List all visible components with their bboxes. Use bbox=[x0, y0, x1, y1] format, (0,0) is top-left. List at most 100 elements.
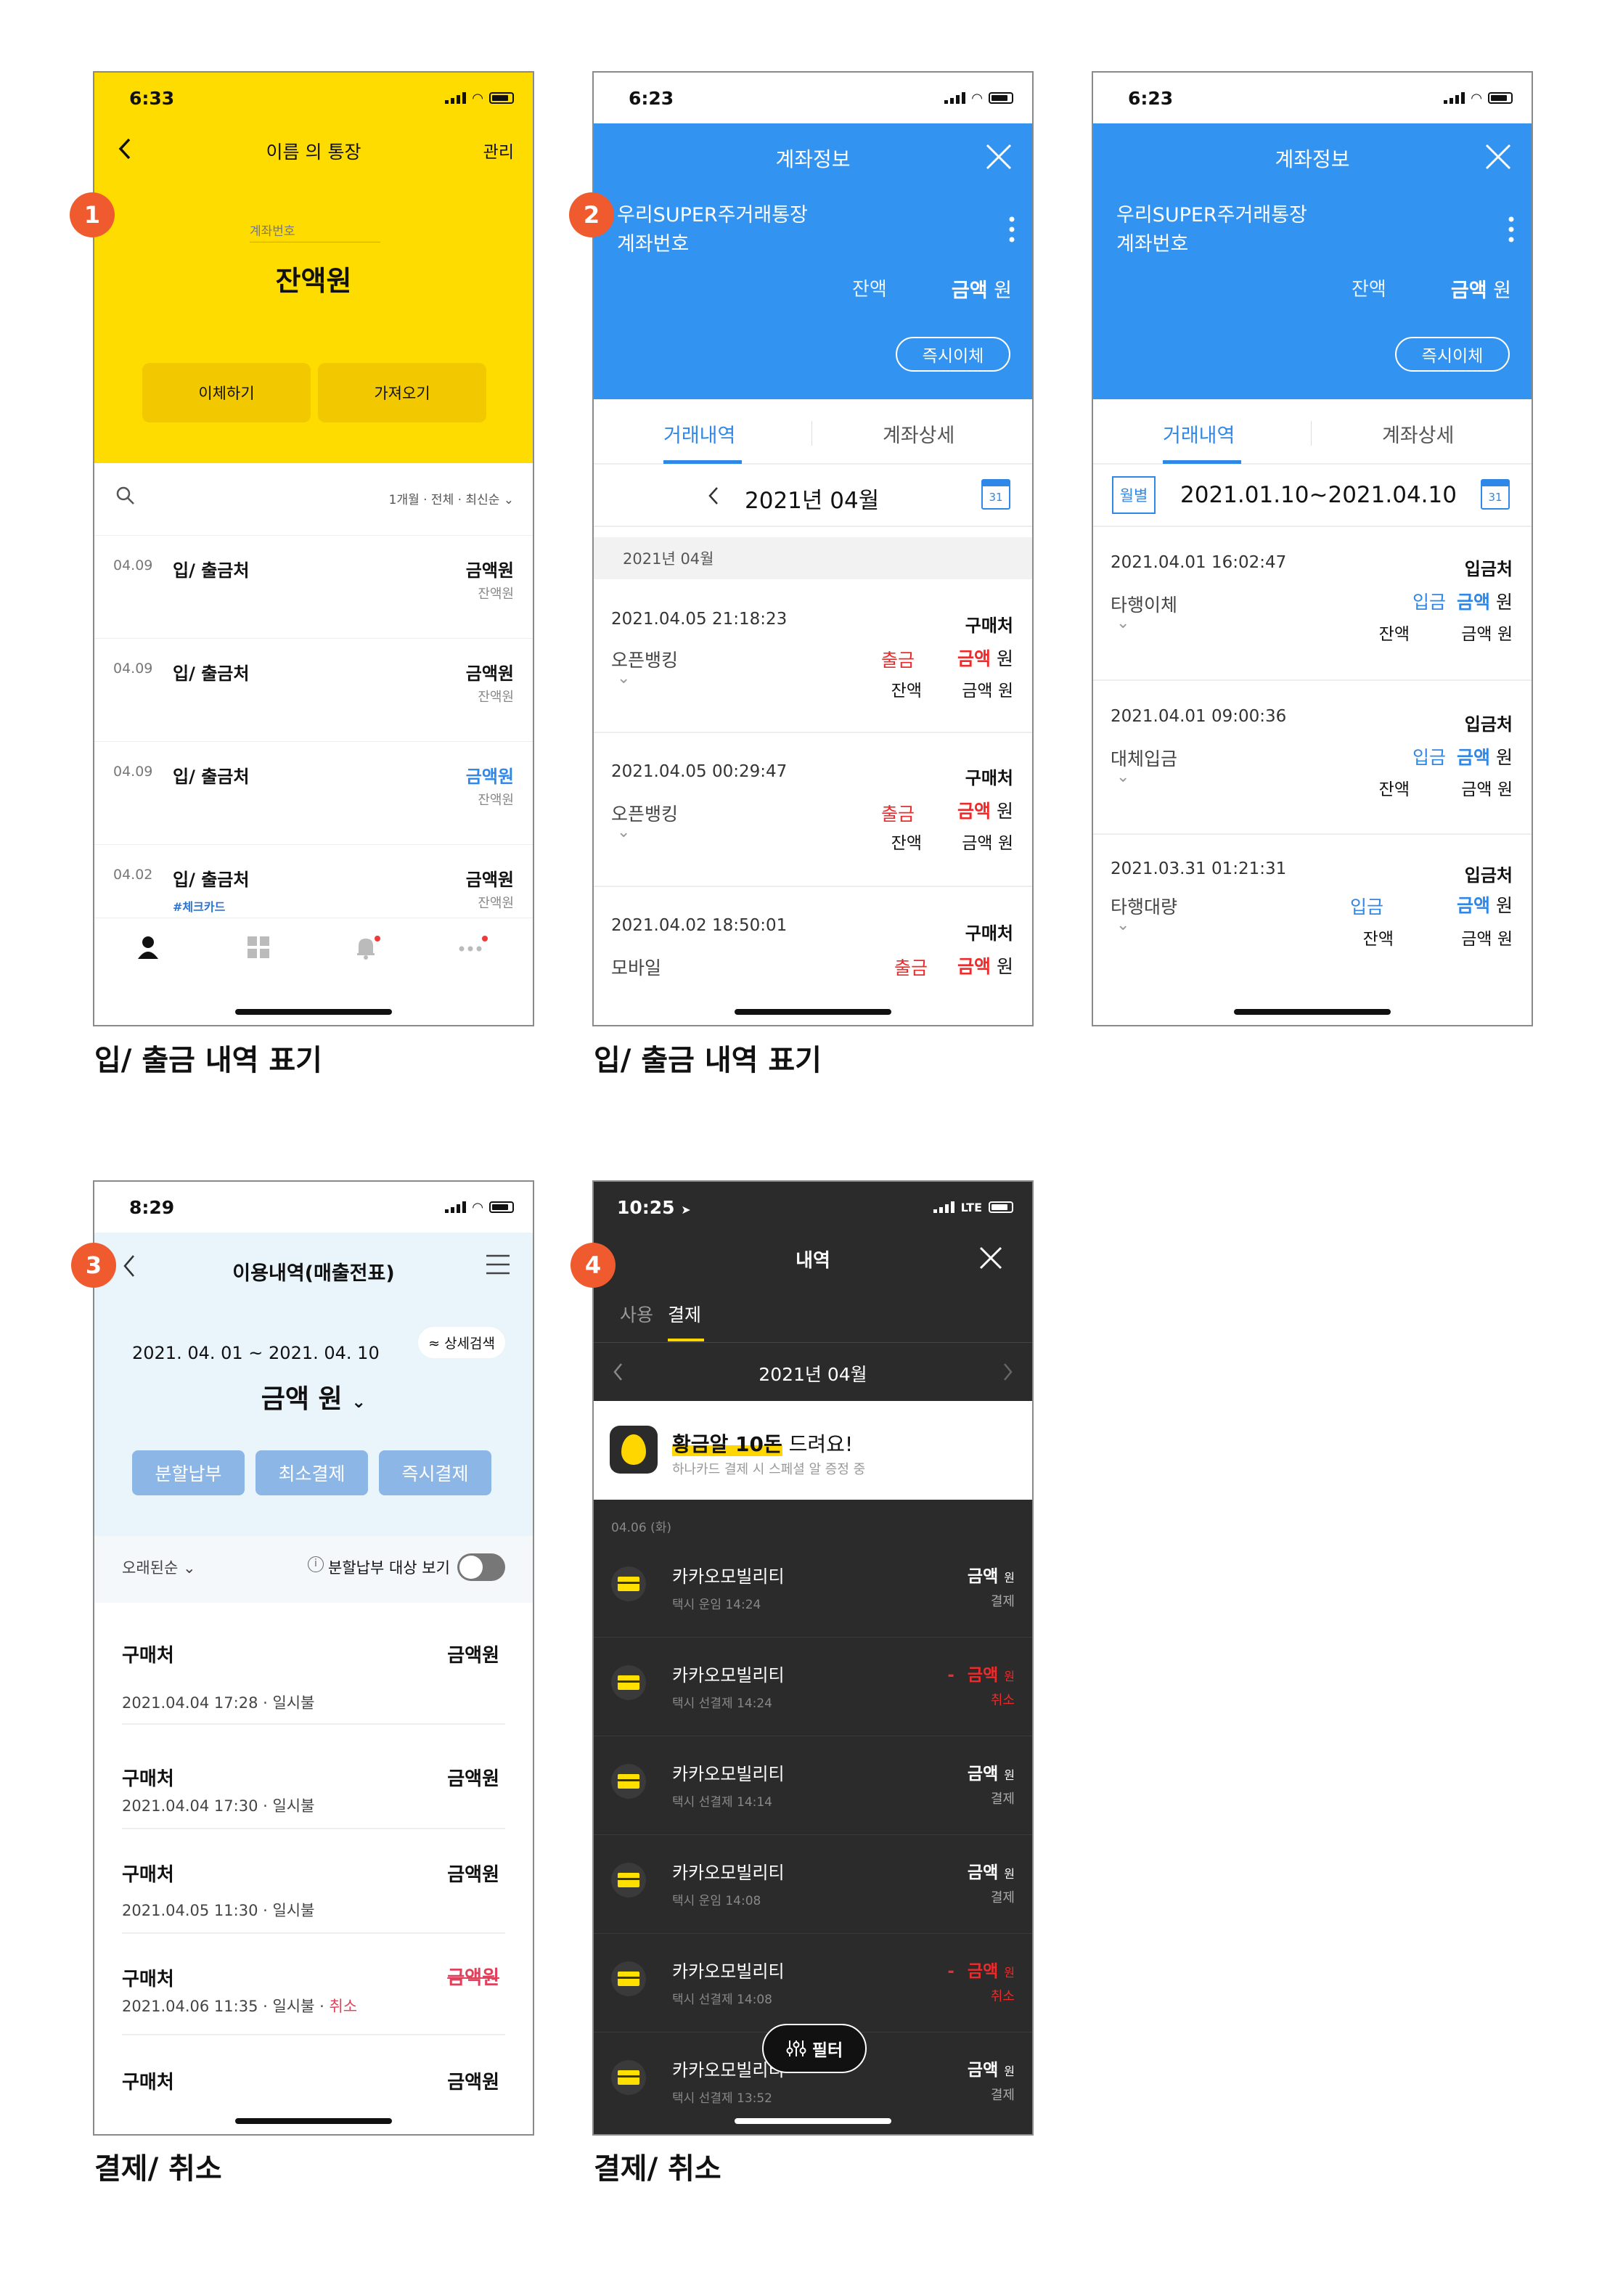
list-item[interactable]: 카카오모빌리티 택시 선결제 14:14 금액 원 결제 bbox=[594, 1736, 1032, 1835]
installment-toggle[interactable] bbox=[457, 1553, 505, 1581]
tab-account-detail[interactable]: 계좌상세 bbox=[1382, 420, 1454, 448]
person-icon[interactable] bbox=[135, 934, 161, 960]
row-meta: 2021.04.04 17:28 · 일시불 bbox=[122, 1694, 315, 1712]
menu-icon[interactable] bbox=[485, 1253, 511, 1276]
list-item[interactable]: 구매처 금액원 2021.04.04 17:30 · 일시불 bbox=[122, 1725, 505, 1829]
chevron-down-icon[interactable]: ⌄ bbox=[1116, 614, 1129, 632]
instant-transfer-button[interactable]: 즉시이체 bbox=[1395, 337, 1510, 372]
list-item[interactable]: 04.09 입/ 출금처 금액원 잔액원 bbox=[94, 536, 533, 639]
chevron-left-icon[interactable] bbox=[706, 485, 723, 507]
transaction-row[interactable]: 2021.04.05 21:18:23 구매처 오픈뱅킹 출금 금액 원 ⌄ 잔… bbox=[594, 579, 1032, 733]
list-item[interactable]: 카카오모빌리티 택시 운임 14:08 금액 원 결제 bbox=[594, 1835, 1032, 1934]
row-meta: 2021.04.04 17:30 · 일시불 bbox=[122, 1797, 315, 1815]
row-datetime: 2021.03.31 01:21:31 bbox=[1111, 859, 1287, 878]
tab-transactions[interactable]: 거래내역 bbox=[1163, 420, 1235, 448]
tab-usage[interactable]: 사용 bbox=[620, 1301, 653, 1327]
signal-icon bbox=[944, 92, 966, 104]
month-selector: 2021년 04월 bbox=[594, 1343, 1032, 1401]
close-icon[interactable] bbox=[984, 142, 1013, 171]
transaction-row[interactable]: 2021.04.01 16:02:47 입금처 타행이체 입금 금액 원 ⌄ 잔… bbox=[1093, 527, 1532, 681]
monthly-button[interactable]: 월별 bbox=[1112, 476, 1156, 514]
phone-screen-dark-payments: 10:25 ➤ LTE 내역 사용 결제 2021년 04월 황금알 10돈 드… bbox=[592, 1180, 1034, 2136]
row-datetime: 2021.04.05 21:18:23 bbox=[611, 610, 788, 629]
instant-payment-button[interactable]: 즉시결제 bbox=[379, 1450, 491, 1495]
account-number: 계좌번호 bbox=[617, 233, 690, 256]
close-icon[interactable] bbox=[1484, 142, 1513, 171]
list-item[interactable]: 카카오모빌리티 택시 선결제 14:08 - 금액 원 취소 bbox=[594, 1934, 1032, 2033]
chevron-right-icon[interactable] bbox=[1000, 1361, 1015, 1383]
chevron-down-icon[interactable]: ⌄ bbox=[617, 823, 630, 841]
banner-subtitle: 하나카드 결제 시 스페셜 알 증정 중 bbox=[672, 1462, 866, 1477]
installment-button[interactable]: 분할납부 bbox=[132, 1450, 245, 1495]
close-icon[interactable] bbox=[978, 1246, 1003, 1270]
caption-4: 결제/ 취소 bbox=[594, 2152, 721, 2186]
transaction-row[interactable]: 2021.04.02 18:50:01 구매처 모바일 출금 금액 원 bbox=[594, 887, 1032, 1025]
list-item[interactable]: 구매처 금액원 2021.04.04 17:28 · 일시불 bbox=[122, 1623, 505, 1725]
chevron-down-icon[interactable]: ⌄ bbox=[1116, 768, 1129, 786]
home-indicator bbox=[235, 2118, 392, 2124]
filter-selector[interactable]: 1개월 · 전체 · 최신순 ⌄ bbox=[389, 489, 514, 507]
page-title: 계좌정보 bbox=[775, 147, 851, 171]
detail-search-button[interactable]: ≈ 상세검색 bbox=[418, 1327, 505, 1358]
list-item[interactable]: 구매처 금액원 2021.04.06 11:35 · 일시불 · 취소 bbox=[122, 1934, 505, 2035]
more-vertical-icon[interactable] bbox=[1007, 215, 1016, 244]
row-subtitle: 택시 선결제 14:14 bbox=[672, 1795, 772, 1810]
manage-button[interactable]: 관리 bbox=[483, 138, 514, 163]
date-header: 04.06 (화) bbox=[611, 1521, 671, 1535]
info-icon: i bbox=[308, 1556, 324, 1572]
bottom-nav bbox=[94, 918, 533, 990]
bell-icon[interactable] bbox=[353, 933, 382, 962]
row-balance: 잔액원 bbox=[478, 793, 514, 808]
instant-transfer-button[interactable]: 즉시이체 bbox=[896, 337, 1010, 372]
list-item[interactable]: 04.09 입/ 출금처 금액원 잔액원 bbox=[94, 742, 533, 845]
row-merchant: 카카오모빌리티 bbox=[672, 1961, 785, 1982]
more-icon[interactable] bbox=[457, 934, 489, 960]
grid-icon[interactable] bbox=[245, 934, 271, 960]
transaction-row[interactable]: 2021.03.31 01:21:31 입금처 타행대량 입금 금액 원 ⌄ 잔… bbox=[1093, 835, 1532, 989]
filter-bar: 1개월 · 전체 · 최신순 ⌄ bbox=[94, 463, 533, 536]
row-balance: 잔액원 bbox=[478, 587, 514, 602]
amount-won: 원 bbox=[1495, 592, 1513, 613]
total-amount[interactable]: 금액 원 ⌄ bbox=[94, 1378, 533, 1415]
chevron-down-icon[interactable]: ⌄ bbox=[617, 669, 630, 687]
fetch-button[interactable]: 가져오기 bbox=[318, 363, 486, 422]
amount-value: 금액 bbox=[1457, 747, 1491, 768]
tab-account-detail[interactable]: 계좌상세 bbox=[883, 420, 954, 448]
list-item[interactable]: 04.09 입/ 출금처 금액원 잔액원 bbox=[94, 639, 533, 742]
row-counterparty: 입금처 bbox=[1464, 865, 1513, 886]
filter-button[interactable]: 필터 bbox=[762, 2024, 867, 2073]
page-title: 이용내역(매출전표) bbox=[232, 1262, 395, 1285]
list-item[interactable]: 구매처 금액원 2021.04.05 11:30 · 일시불 bbox=[122, 1829, 505, 1934]
row-amount: 금액 원 bbox=[957, 645, 1013, 671]
row-balance-label: 잔액 bbox=[891, 682, 922, 700]
amount-won: 원 bbox=[1004, 1670, 1015, 1683]
list-item[interactable]: 카카오모빌리티 택시 선결제 14:24 - 금액 원 취소 bbox=[594, 1638, 1032, 1736]
row-subtitle: 택시 운임 14:24 bbox=[672, 1598, 761, 1612]
chevron-down-icon[interactable]: ⌄ bbox=[1116, 916, 1129, 934]
balance-won: 원 bbox=[1493, 279, 1511, 302]
search-icon[interactable] bbox=[115, 485, 136, 507]
calendar-icon[interactable]: 31 bbox=[1481, 479, 1510, 510]
row-amount: 금액 원 bbox=[968, 1858, 1015, 1883]
account-name: 우리SUPER주거래통장 bbox=[1116, 204, 1307, 226]
amount-won: 원 bbox=[996, 648, 1013, 669]
row-balance-label: 잔액 bbox=[1378, 780, 1410, 799]
row-type: 출금 bbox=[880, 650, 915, 671]
transaction-row[interactable]: 2021.04.01 09:00:36 입금처 대체입금 입금 금액 원 ⌄ 잔… bbox=[1093, 681, 1532, 835]
transaction-row[interactable]: 2021.04.05 00:29:47 구매처 오픈뱅킹 출금 금액 원 ⌄ 잔… bbox=[594, 733, 1032, 887]
tab-indicator bbox=[668, 1339, 704, 1341]
row-merchant: 구매처 bbox=[122, 1864, 174, 1886]
row-balance: 잔액원 bbox=[478, 690, 514, 705]
banner-title-rest: 드려요! bbox=[782, 1432, 854, 1456]
calendar-icon[interactable]: 31 bbox=[981, 479, 1010, 510]
list-item[interactable]: 04.02 입/ 출금처 #체크카드 금액원 잔액원 bbox=[94, 845, 533, 918]
tab-payment[interactable]: 결제 bbox=[668, 1301, 701, 1327]
min-payment-button[interactable]: 최소결제 bbox=[255, 1450, 368, 1495]
promo-banner[interactable]: 황금알 10돈 드려요! 하나카드 결제 시 스페셜 알 증정 중 bbox=[594, 1401, 1032, 1500]
row-counterparty: 입/ 출금처 bbox=[173, 560, 250, 581]
sort-dropdown[interactable]: 오래된순 ⌄ bbox=[122, 1556, 196, 1578]
more-vertical-icon[interactable] bbox=[1507, 215, 1516, 244]
tab-transactions[interactable]: 거래내역 bbox=[663, 420, 735, 448]
list-item[interactable]: 카카오모빌리티 택시 운임 14:24 금액 원 결제 bbox=[594, 1539, 1032, 1638]
transfer-button[interactable]: 이체하기 bbox=[142, 363, 311, 422]
